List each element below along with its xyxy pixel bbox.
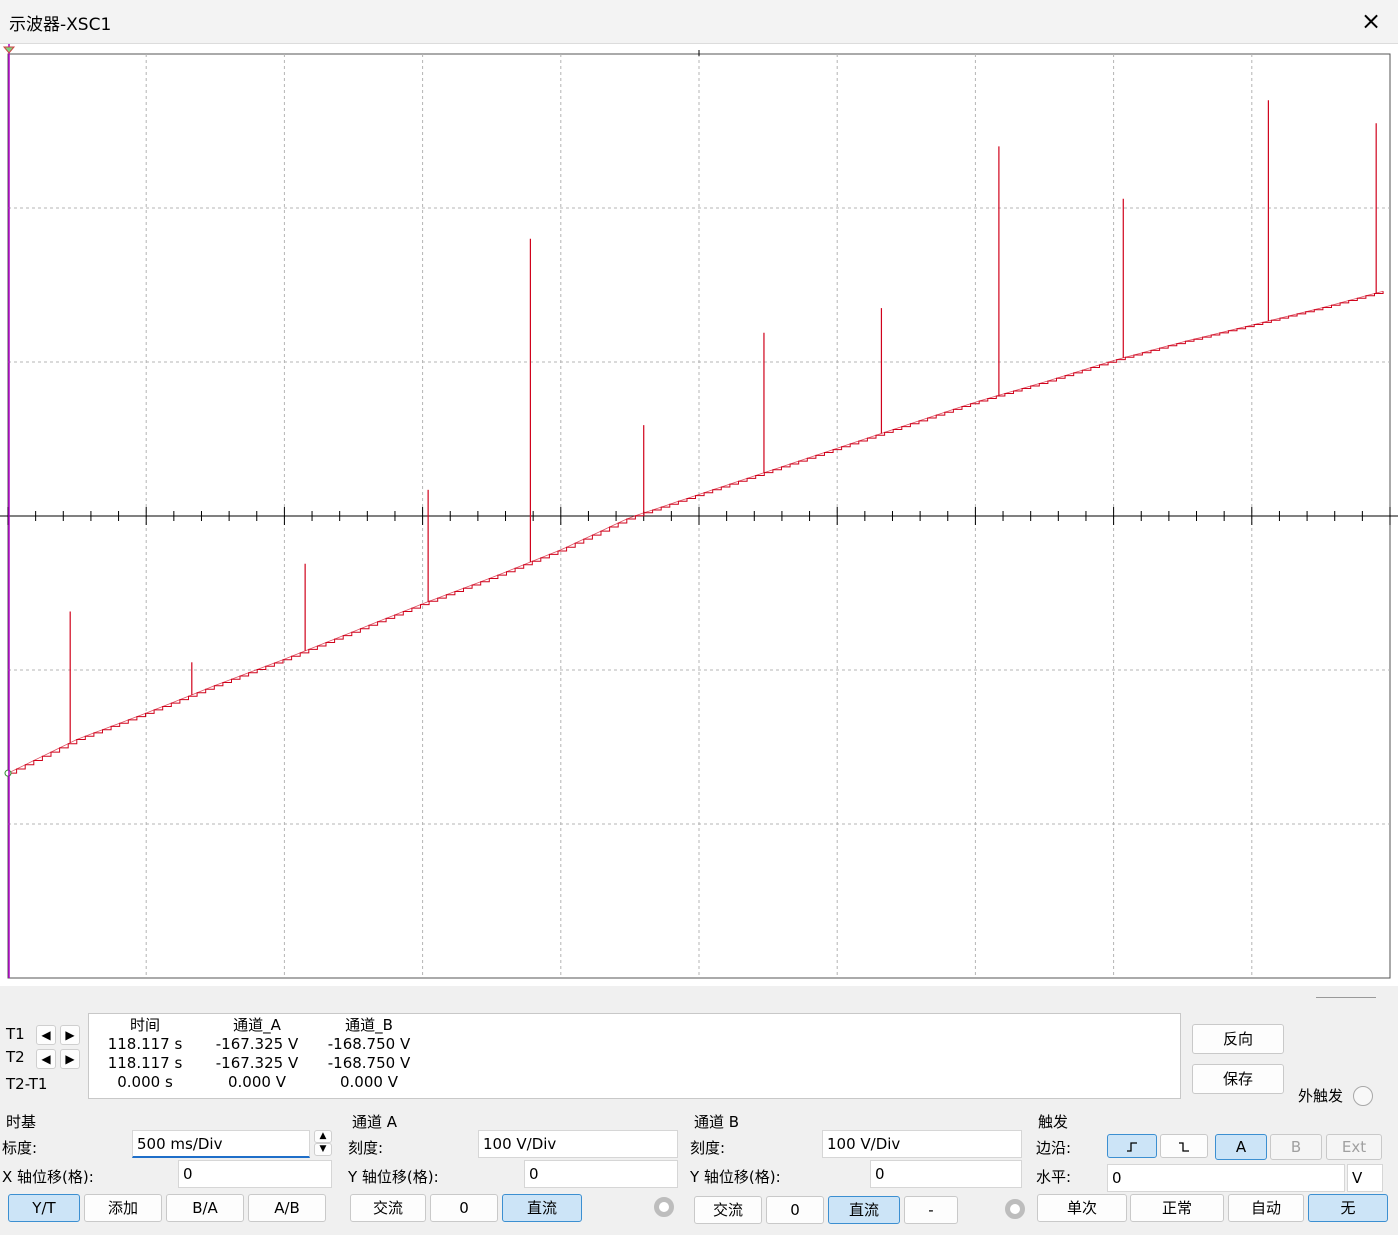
t2-channel-a: -167.325 V bbox=[215, 1054, 299, 1072]
trigger-source-ext-button[interactable]: Ext bbox=[1326, 1134, 1382, 1160]
falling-edge-icon[interactable] bbox=[1160, 1134, 1208, 1158]
readout-table: 时间 118.117 s 118.117 s 0.000 s 通道_A -167… bbox=[88, 1013, 1181, 1099]
time-column: 时间 118.117 s 118.117 s 0.000 s bbox=[99, 1016, 191, 1092]
resize-grip[interactable] bbox=[1316, 997, 1376, 998]
channel-b-dc-button[interactable]: 直流 bbox=[828, 1196, 900, 1224]
t1-channel-a: -167.325 V bbox=[215, 1035, 299, 1053]
t2-left-arrow-icon[interactable]: ◀ bbox=[36, 1049, 56, 1069]
t1-channel-b: -168.750 V bbox=[327, 1035, 411, 1053]
t2t1-time: 0.000 s bbox=[117, 1073, 173, 1091]
channel-b-ac-button[interactable]: 交流 bbox=[694, 1196, 762, 1224]
channel-b-y-offset-field[interactable]: 0 bbox=[870, 1160, 1022, 1188]
channel-b-title: 通道 B bbox=[694, 1113, 740, 1131]
channel-a-scale-field[interactable]: 100 V/Div bbox=[478, 1130, 678, 1158]
trigger-single-button[interactable]: 单次 bbox=[1037, 1194, 1127, 1222]
t2t1-channel-b: 0.000 V bbox=[340, 1073, 398, 1091]
ext-trigger-terminal[interactable] bbox=[1353, 1086, 1373, 1106]
trigger-none-button[interactable]: 无 bbox=[1308, 1194, 1388, 1222]
channel-b-scale-field[interactable]: 100 V/Div bbox=[822, 1130, 1022, 1158]
channel-a-header: 通道_A bbox=[233, 1016, 281, 1034]
t1-time: 118.117 s bbox=[107, 1035, 183, 1053]
rising-edge-icon[interactable] bbox=[1107, 1134, 1157, 1158]
channel-b-scale-label: 刻度: bbox=[690, 1139, 726, 1157]
channel-a-scale-label: 刻度: bbox=[348, 1139, 384, 1157]
trigger-title: 触发 bbox=[1038, 1113, 1069, 1131]
cursor-handle-icon bbox=[2, 46, 16, 54]
t2-time: 118.117 s bbox=[107, 1054, 183, 1072]
mode-ba-button[interactable]: B/A bbox=[166, 1194, 244, 1222]
channel-a-y-offset-label: Y 轴位移(格): bbox=[348, 1168, 439, 1186]
channel-b-y-offset-label: Y 轴位移(格): bbox=[690, 1168, 781, 1186]
channel-a-y-offset-field[interactable]: 0 bbox=[524, 1160, 678, 1188]
t1-left-arrow-icon[interactable]: ◀ bbox=[36, 1025, 56, 1045]
window-title: 示波器-XSC1 bbox=[9, 15, 112, 35]
mode-yt-button[interactable]: Y/T bbox=[8, 1194, 80, 1222]
mode-add-button[interactable]: 添加 bbox=[84, 1194, 162, 1222]
t2-right-arrow-icon[interactable]: ▶ bbox=[60, 1049, 80, 1069]
t1-label: T1 bbox=[6, 1025, 25, 1043]
reverse-button[interactable]: 反向 bbox=[1192, 1024, 1284, 1054]
channel-a-gnd-button[interactable]: 0 bbox=[430, 1194, 498, 1222]
save-button[interactable]: 保存 bbox=[1192, 1064, 1284, 1094]
timebase-scale-label: 标度: bbox=[2, 1139, 38, 1157]
timebase-scale-field[interactable]: 500 ms/Div bbox=[132, 1130, 310, 1158]
timebase-title: 时基 bbox=[6, 1113, 37, 1131]
time-header: 时间 bbox=[129, 1016, 160, 1034]
oscilloscope-screen[interactable] bbox=[0, 44, 1398, 986]
trigger-level-field[interactable]: 0 bbox=[1107, 1164, 1345, 1192]
oscilloscope-display bbox=[0, 44, 1398, 979]
t1-right-arrow-icon[interactable]: ▶ bbox=[60, 1025, 80, 1045]
channel-a-terminal[interactable] bbox=[654, 1197, 674, 1217]
trigger-normal-button[interactable]: 正常 bbox=[1130, 1194, 1224, 1222]
t2t1-channel-a: 0.000 V bbox=[228, 1073, 286, 1091]
close-icon[interactable]: × bbox=[1358, 8, 1384, 34]
channel-a-ac-button[interactable]: 交流 bbox=[350, 1194, 426, 1222]
mode-ab-button[interactable]: A/B bbox=[248, 1194, 326, 1222]
t2-channel-b: -168.750 V bbox=[327, 1054, 411, 1072]
trigger-level-label: 水平: bbox=[1036, 1168, 1072, 1186]
t2-label: T2 bbox=[6, 1048, 25, 1066]
channel-a-column: 通道_A -167.325 V -167.325 V 0.000 V bbox=[201, 1016, 313, 1092]
trigger-auto-button[interactable]: 自动 bbox=[1228, 1194, 1304, 1222]
channel-a-title: 通道 A bbox=[352, 1113, 398, 1131]
title-bar: 示波器-XSC1 × bbox=[0, 0, 1398, 44]
channel-b-terminal[interactable] bbox=[1005, 1199, 1025, 1219]
channel-b-column: 通道_B -168.750 V -168.750 V 0.000 V bbox=[313, 1016, 425, 1092]
trace-start-marker bbox=[4, 769, 12, 777]
channel-b-gnd-button[interactable]: 0 bbox=[766, 1196, 824, 1224]
channel-a-dc-button[interactable]: 直流 bbox=[502, 1194, 582, 1222]
channel-b-header: 通道_B bbox=[345, 1016, 393, 1034]
channel-b-minus-button[interactable]: - bbox=[904, 1196, 958, 1224]
x-offset-label: X 轴位移(格): bbox=[2, 1168, 94, 1186]
trigger-source-b-button[interactable]: B bbox=[1270, 1134, 1322, 1160]
trigger-edge-label: 边沿: bbox=[1036, 1139, 1072, 1157]
timebase-down-icon[interactable]: ▼ bbox=[314, 1143, 332, 1156]
timebase-up-icon[interactable]: ▲ bbox=[314, 1130, 332, 1143]
trigger-source-a-button[interactable]: A bbox=[1215, 1134, 1267, 1160]
t2t1-label: T2-T1 bbox=[6, 1075, 48, 1093]
trigger-level-unit: V bbox=[1347, 1164, 1383, 1192]
x-offset-field[interactable]: 0 bbox=[178, 1160, 332, 1188]
ext-trigger-label: 外触发 bbox=[1298, 1087, 1344, 1105]
